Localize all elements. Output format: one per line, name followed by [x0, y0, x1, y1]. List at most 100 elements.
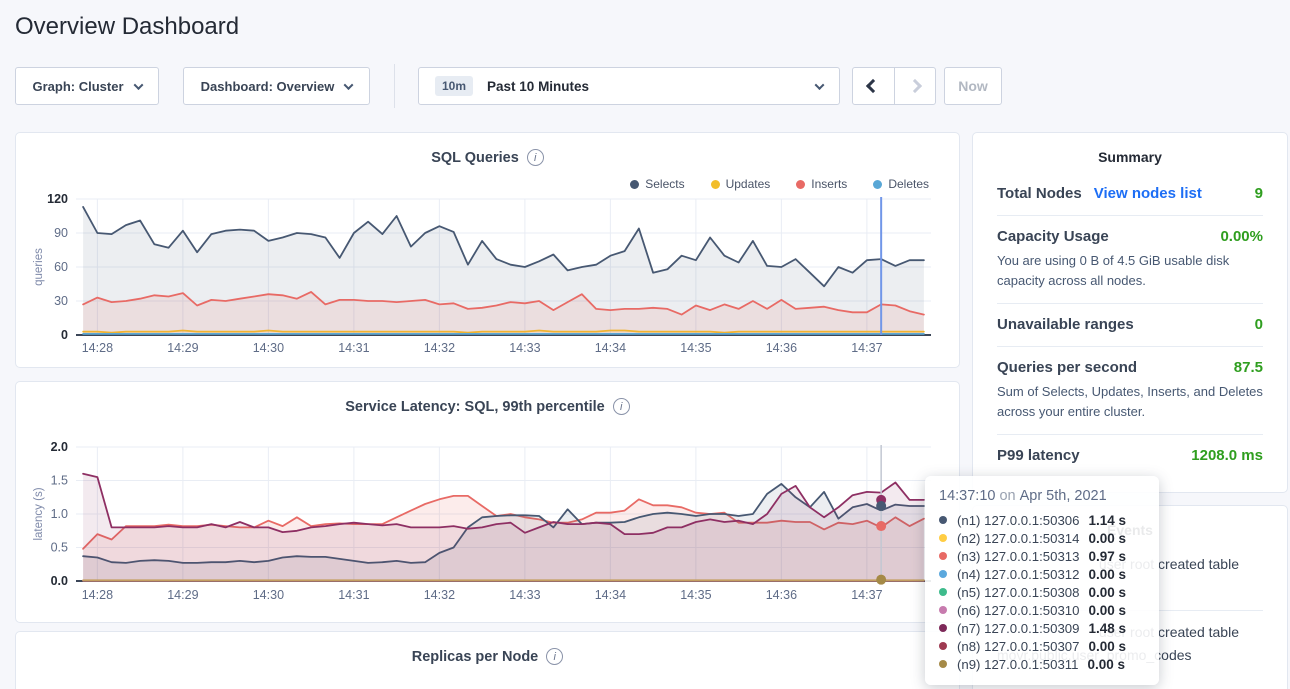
- view-nodes-list-link[interactable]: View nodes list: [1094, 185, 1202, 202]
- svg-text:0: 0: [61, 328, 68, 342]
- svg-text:14:36: 14:36: [766, 341, 797, 355]
- svg-text:14:35: 14:35: [680, 588, 711, 602]
- svg-text:14:28: 14:28: [82, 588, 113, 602]
- chart-title-sql-queries: SQL Queries: [431, 150, 519, 166]
- tooltip-node-value: 0.97 s: [1088, 549, 1126, 564]
- legend-item: Updates: [711, 177, 771, 191]
- chevron-down-icon: [133, 80, 143, 90]
- tooltip-node-value: 0.00 s: [1088, 585, 1126, 600]
- chevron-down-icon: [344, 80, 354, 90]
- tooltip-row: (n3) 127.0.0.1:50313 0.97 s: [939, 547, 1145, 565]
- info-icon[interactable]: i: [613, 398, 630, 415]
- node-color-dot-icon: [939, 588, 947, 596]
- chevron-down-icon: [815, 80, 825, 90]
- time-step-buttons: [852, 67, 936, 105]
- graph-dropdown[interactable]: Graph: Cluster: [15, 67, 159, 105]
- toolbar-divider: [394, 64, 395, 108]
- svg-text:14:37: 14:37: [851, 588, 882, 602]
- legend-item: Inserts: [796, 177, 847, 191]
- next-time-button[interactable]: [894, 68, 935, 104]
- time-range-badge: 10m: [435, 76, 473, 96]
- tooltip-node-label: (n8) 127.0.0.1:50307: [957, 639, 1079, 654]
- svg-text:1.5: 1.5: [51, 474, 68, 488]
- now-button-label: Now: [958, 78, 988, 94]
- legend-item: Deletes: [873, 177, 929, 191]
- svg-text:0.0: 0.0: [51, 574, 68, 588]
- svg-text:14:32: 14:32: [424, 588, 455, 602]
- svg-text:14:29: 14:29: [167, 588, 198, 602]
- overview-dashboard-page: Overview Dashboard Graph: Cluster Dashbo…: [0, 0, 1290, 689]
- node-color-dot-icon: [939, 552, 947, 560]
- svg-text:14:30: 14:30: [253, 341, 284, 355]
- node-color-dot-icon: [939, 624, 947, 632]
- tooltip-row: (n6) 127.0.0.1:503100.00 s: [939, 601, 1145, 619]
- summary-label: Total Nodes: [997, 185, 1082, 202]
- service-latency-card: Service Latency: SQL, 99th percentile i …: [15, 381, 960, 623]
- svg-text:120: 120: [47, 192, 68, 206]
- svg-text:14:34: 14:34: [595, 341, 626, 355]
- chart-title-service-latency: Service Latency: SQL, 99th percentile: [345, 399, 605, 415]
- summary-row-capacity-usage: Capacity Usage 0.00% You are using 0 B o…: [997, 215, 1263, 303]
- chart-legend: Selects Updates Inserts Deletes: [630, 177, 929, 191]
- svg-text:0.5: 0.5: [51, 541, 68, 555]
- legend-dot-icon: [630, 180, 639, 189]
- svg-text:14:32: 14:32: [424, 341, 455, 355]
- svg-text:14:36: 14:36: [766, 588, 797, 602]
- tooltip-row: (n9) 127.0.0.1:50311 0.00 s: [939, 655, 1145, 673]
- summary-value: 9: [1255, 185, 1263, 202]
- summary-subtext: You are using 0 B of 4.5 GiB usable disk…: [997, 251, 1263, 290]
- legend-item: Selects: [630, 177, 684, 191]
- tooltip-node-label: (n2) 127.0.0.1:50314: [957, 531, 1079, 546]
- svg-text:14:31: 14:31: [338, 588, 369, 602]
- tooltip-node-label: (n7) 127.0.0.1:50309: [957, 621, 1079, 636]
- legend-label: Selects: [645, 177, 684, 191]
- tooltip-node-label: (n5) 127.0.0.1:50308: [957, 585, 1079, 600]
- tooltip-time: 14:37:10: [939, 488, 995, 504]
- tooltip-node-label: (n6) 127.0.0.1:50310: [957, 603, 1079, 618]
- tooltip-row: (n2) 127.0.0.1:503140.00 s: [939, 529, 1145, 547]
- dashboard-dropdown[interactable]: Dashboard: Overview: [183, 67, 370, 105]
- sql-queries-chart[interactable]: 14:2814:2914:3014:3114:3214:3314:3414:35…: [30, 191, 945, 361]
- node-color-dot-icon: [939, 606, 947, 614]
- info-icon[interactable]: i: [527, 149, 544, 166]
- svg-text:14:29: 14:29: [167, 341, 198, 355]
- summary-row-p99-latency: P99 latency 1208.0 ms: [997, 434, 1263, 477]
- tooltip-row: (n7) 127.0.0.1:503091.48 s: [939, 619, 1145, 637]
- legend-label: Deletes: [888, 177, 929, 191]
- chevron-right-icon: [908, 79, 922, 93]
- graph-dropdown-label: Graph: Cluster: [32, 79, 123, 94]
- summary-label: Queries per second: [997, 359, 1137, 376]
- legend-label: Inserts: [811, 177, 847, 191]
- summary-label: Capacity Usage: [997, 228, 1109, 245]
- tooltip-node-label: (n1) 127.0.0.1:50306: [957, 513, 1079, 528]
- tooltip-node-value: 1.14 s: [1088, 513, 1126, 528]
- tooltip-node-label: (n9) 127.0.0.1:50311: [957, 657, 1078, 672]
- sql-queries-card: SQL Queries i Selects Updates Inserts Delet…: [15, 132, 960, 368]
- info-icon[interactable]: i: [546, 648, 563, 665]
- svg-text:14:33: 14:33: [509, 341, 540, 355]
- node-color-dot-icon: [939, 660, 947, 668]
- svg-text:30: 30: [54, 294, 68, 308]
- summary-value: 0: [1255, 316, 1263, 333]
- legend-dot-icon: [873, 180, 882, 189]
- chart-hover-tooltip: 14:37:10onApr 5th, 2021 (n1) 127.0.0.1:5…: [925, 476, 1159, 685]
- tooltip-node-value: 0.00 s: [1088, 567, 1126, 582]
- tooltip-node-label: (n3) 127.0.0.1:50313: [957, 549, 1079, 564]
- replicas-per-node-card: Replicas per Node i: [15, 631, 960, 689]
- tooltip-node-value: 0.00 s: [1087, 657, 1125, 672]
- tooltip-node-label: (n4) 127.0.0.1:50312: [957, 567, 1079, 582]
- service-latency-chart[interactable]: 14:2814:2914:3014:3114:3214:3314:3414:35…: [30, 438, 945, 608]
- time-range-dropdown[interactable]: 10m Past 10 Minutes: [418, 67, 840, 105]
- summary-title: Summary: [973, 133, 1287, 173]
- svg-text:14:30: 14:30: [253, 588, 284, 602]
- tooltip-row: (n4) 127.0.0.1:50312 0.00 s: [939, 565, 1145, 583]
- tooltip-date: Apr 5th, 2021: [1020, 488, 1107, 504]
- summary-value: 0.00%: [1220, 228, 1263, 245]
- now-button[interactable]: Now: [944, 67, 1002, 105]
- svg-text:latency (s): latency (s): [33, 487, 45, 540]
- tooltip-row: (n5) 127.0.0.1:50308 0.00 s: [939, 583, 1145, 601]
- summary-row-total-nodes: Total Nodes View nodes list 9: [997, 173, 1263, 215]
- previous-time-button[interactable]: [853, 68, 894, 104]
- summary-value: 87.5: [1234, 359, 1263, 376]
- summary-row-unavailable-ranges: Unavailable ranges 0: [997, 303, 1263, 346]
